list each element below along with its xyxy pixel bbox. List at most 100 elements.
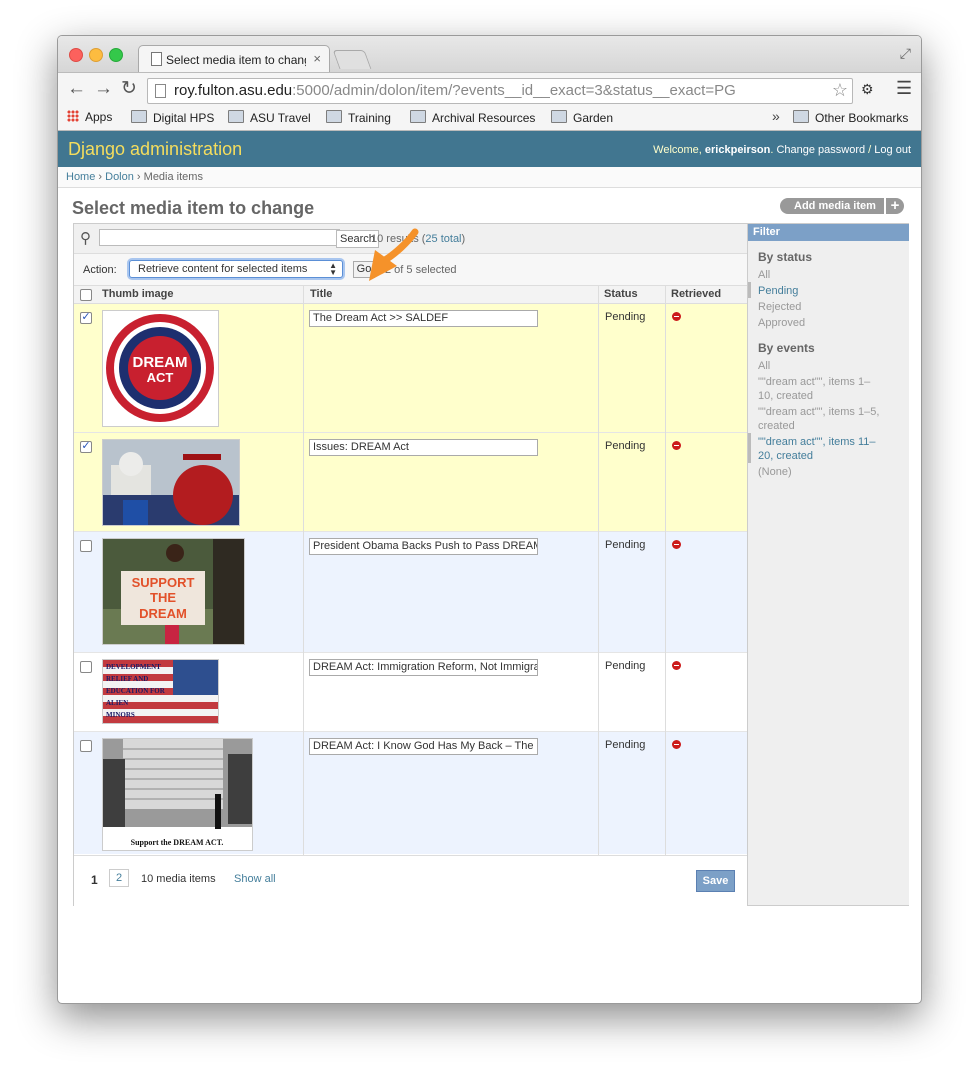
save-button[interactable]: Save <box>696 870 735 892</box>
filter-event-11-20[interactable]: ""dream act"", items 11– 20, created <box>758 435 876 463</box>
show-all-link[interactable]: Show all <box>234 873 276 885</box>
not-retrieved-icon <box>672 312 681 321</box>
search-input[interactable] <box>99 229 340 246</box>
bookmark-star-icon[interactable]: ☆ <box>832 80 848 101</box>
page-icon <box>155 84 166 98</box>
filter-events-none[interactable]: (None) <box>758 465 792 479</box>
bookmarks-overflow-button[interactable]: » <box>772 108 780 124</box>
folder-icon <box>131 110 147 123</box>
title-field[interactable]: DREAM Act: I Know God Has My Back – The <box>309 738 538 755</box>
breadcrumb-current: Media items <box>143 171 203 183</box>
browser-toolbar: ← → ↻ roy.fulton.asu.edu:5000/admin/dolo… <box>58 72 921 107</box>
svg-text:ALIEN: ALIEN <box>106 699 128 707</box>
capitol-graduate-image <box>103 440 239 525</box>
thumb-image[interactable]: DREAM ACT <box>102 310 219 427</box>
title-field[interactable]: The Dream Act >> SALDEF <box>309 310 538 327</box>
plus-icon: + <box>884 197 904 215</box>
filter-status-pending[interactable]: Pending <box>758 284 798 298</box>
folder-icon <box>228 110 244 123</box>
bookmark-digital-hps[interactable]: Digital HPS <box>131 110 214 125</box>
back-arrow-icon[interactable]: ← <box>67 79 86 99</box>
filter-event-1-5[interactable]: ""dream act"", items 1–5, created <box>758 405 879 433</box>
reload-icon[interactable]: ↻ <box>121 79 137 99</box>
column-divider <box>665 286 666 855</box>
add-media-item-button[interactable]: Add media item + <box>780 197 904 215</box>
user-tools: Welcome, erickpeirson. Change password /… <box>653 144 911 156</box>
bookmark-apps[interactable]: Apps <box>67 110 112 124</box>
filter-status-rejected[interactable]: Rejected <box>758 300 801 314</box>
bookmarks-bar: Apps Digital HPS ASU Travel Training Arc… <box>58 106 921 131</box>
folder-icon <box>326 110 342 123</box>
filter-event-1-10[interactable]: ""dream act"", items 1– 10, created <box>758 375 870 403</box>
table-row: ✓ Issues: DREAM Act Pending <box>74 433 747 532</box>
row-checkbox[interactable]: ✓ <box>80 312 92 324</box>
row-checkbox[interactable] <box>80 661 92 673</box>
svg-text:DREAM: DREAM <box>133 354 188 371</box>
folder-icon <box>793 110 809 123</box>
apps-grid-icon <box>67 110 79 122</box>
development-relief-flag-image: DEVELOPMENT RELIEF AND EDUCATION FOR ALI… <box>103 660 218 723</box>
bookmark-asu-travel[interactable]: ASU Travel <box>228 110 311 125</box>
items-count: 10 media items <box>141 873 216 885</box>
not-retrieved-icon <box>672 740 681 749</box>
browser-tab[interactable]: Select media item to change × <box>138 45 330 73</box>
title-field[interactable]: President Obama Backs Push to Pass DREAM… <box>309 538 538 555</box>
svg-text:ACT: ACT <box>147 370 174 385</box>
page-2-link[interactable]: 2 <box>109 869 129 887</box>
column-divider <box>598 286 599 855</box>
bookmark-other-bookmarks[interactable]: Other Bookmarks <box>793 110 908 125</box>
row-checkbox[interactable]: ✓ <box>80 441 92 453</box>
column-header-status[interactable]: Status <box>604 288 638 300</box>
minimize-window-button[interactable] <box>89 48 103 62</box>
status-text: Pending <box>605 660 646 672</box>
filter-status-approved[interactable]: Approved <box>758 316 805 330</box>
thumb-image[interactable]: Support the DREAM ACT. <box>102 738 253 851</box>
fullscreen-icon[interactable]: ⤢ <box>900 45 911 62</box>
svg-text:DEVELOPMENT: DEVELOPMENT <box>106 663 161 671</box>
close-window-button[interactable] <box>69 48 83 62</box>
address-bar[interactable]: roy.fulton.asu.edu:5000/admin/dolon/item… <box>147 78 853 104</box>
active-filter-marker <box>748 282 751 298</box>
zoom-window-button[interactable] <box>109 48 123 62</box>
bookmark-archival-resources[interactable]: Archival Resources <box>410 110 535 125</box>
welcome-text: Welcome, <box>653 144 705 156</box>
bookmark-training[interactable]: Training <box>326 110 391 125</box>
thumb-image[interactable]: SUPPORT THE DREAM <box>102 538 245 645</box>
thumb-image[interactable] <box>102 439 240 526</box>
breadcrumb-home[interactable]: Home <box>66 171 95 183</box>
status-text: Pending <box>605 539 646 551</box>
action-select[interactable]: Retrieve content for selected items ▲ ▼ <box>129 260 343 278</box>
bookmark-garden[interactable]: Garden <box>551 110 613 125</box>
filter-group-events: By events <box>758 341 815 355</box>
svg-text:Support the DREAM ACT.: Support the DREAM ACT. <box>131 838 224 847</box>
column-header-thumb[interactable]: Thumb image <box>102 288 174 300</box>
breadcrumb-separator: › <box>95 171 106 183</box>
thumb-image[interactable]: DEVELOPMENT RELIEF AND EDUCATION FOR ALI… <box>102 659 219 724</box>
not-retrieved-icon <box>672 661 681 670</box>
change-password-link[interactable]: Change password <box>776 144 865 156</box>
new-tab-button[interactable] <box>332 50 372 69</box>
title-field[interactable]: Issues: DREAM Act <box>309 439 538 456</box>
column-header-retrieved[interactable]: Retrieved <box>671 288 721 300</box>
row-checkbox[interactable] <box>80 740 92 752</box>
page-title: Select media item to change <box>72 198 315 218</box>
row-checkbox[interactable] <box>80 540 92 552</box>
filter-events-all[interactable]: All <box>758 359 770 373</box>
breadcrumb-separator: › <box>133 171 144 183</box>
title-field[interactable]: DREAM Act: Immigration Reform, Not Immig… <box>309 659 538 676</box>
forward-arrow-icon[interactable]: → <box>94 79 113 99</box>
column-header-title[interactable]: Title <box>310 288 332 300</box>
status-text: Pending <box>605 311 646 323</box>
tab-close-icon[interactable]: × <box>313 51 321 66</box>
extension-icon[interactable]: ⚙ <box>861 81 877 97</box>
breadcrumb-dolon[interactable]: Dolon <box>105 171 134 183</box>
menu-icon[interactable]: ☰ <box>896 78 912 99</box>
filter-status-all[interactable]: All <box>758 268 770 282</box>
select-all-checkbox[interactable] <box>80 289 92 301</box>
site-title[interactable]: Django administration <box>68 139 242 160</box>
svg-text:THE: THE <box>150 590 176 605</box>
folder-icon <box>410 110 426 123</box>
pagination-footer: 1 2 10 media items Show all Save <box>74 855 747 906</box>
table-row: SUPPORT THE DREAM President Obama Backs … <box>74 532 747 653</box>
logout-link[interactable]: Log out <box>874 144 911 156</box>
